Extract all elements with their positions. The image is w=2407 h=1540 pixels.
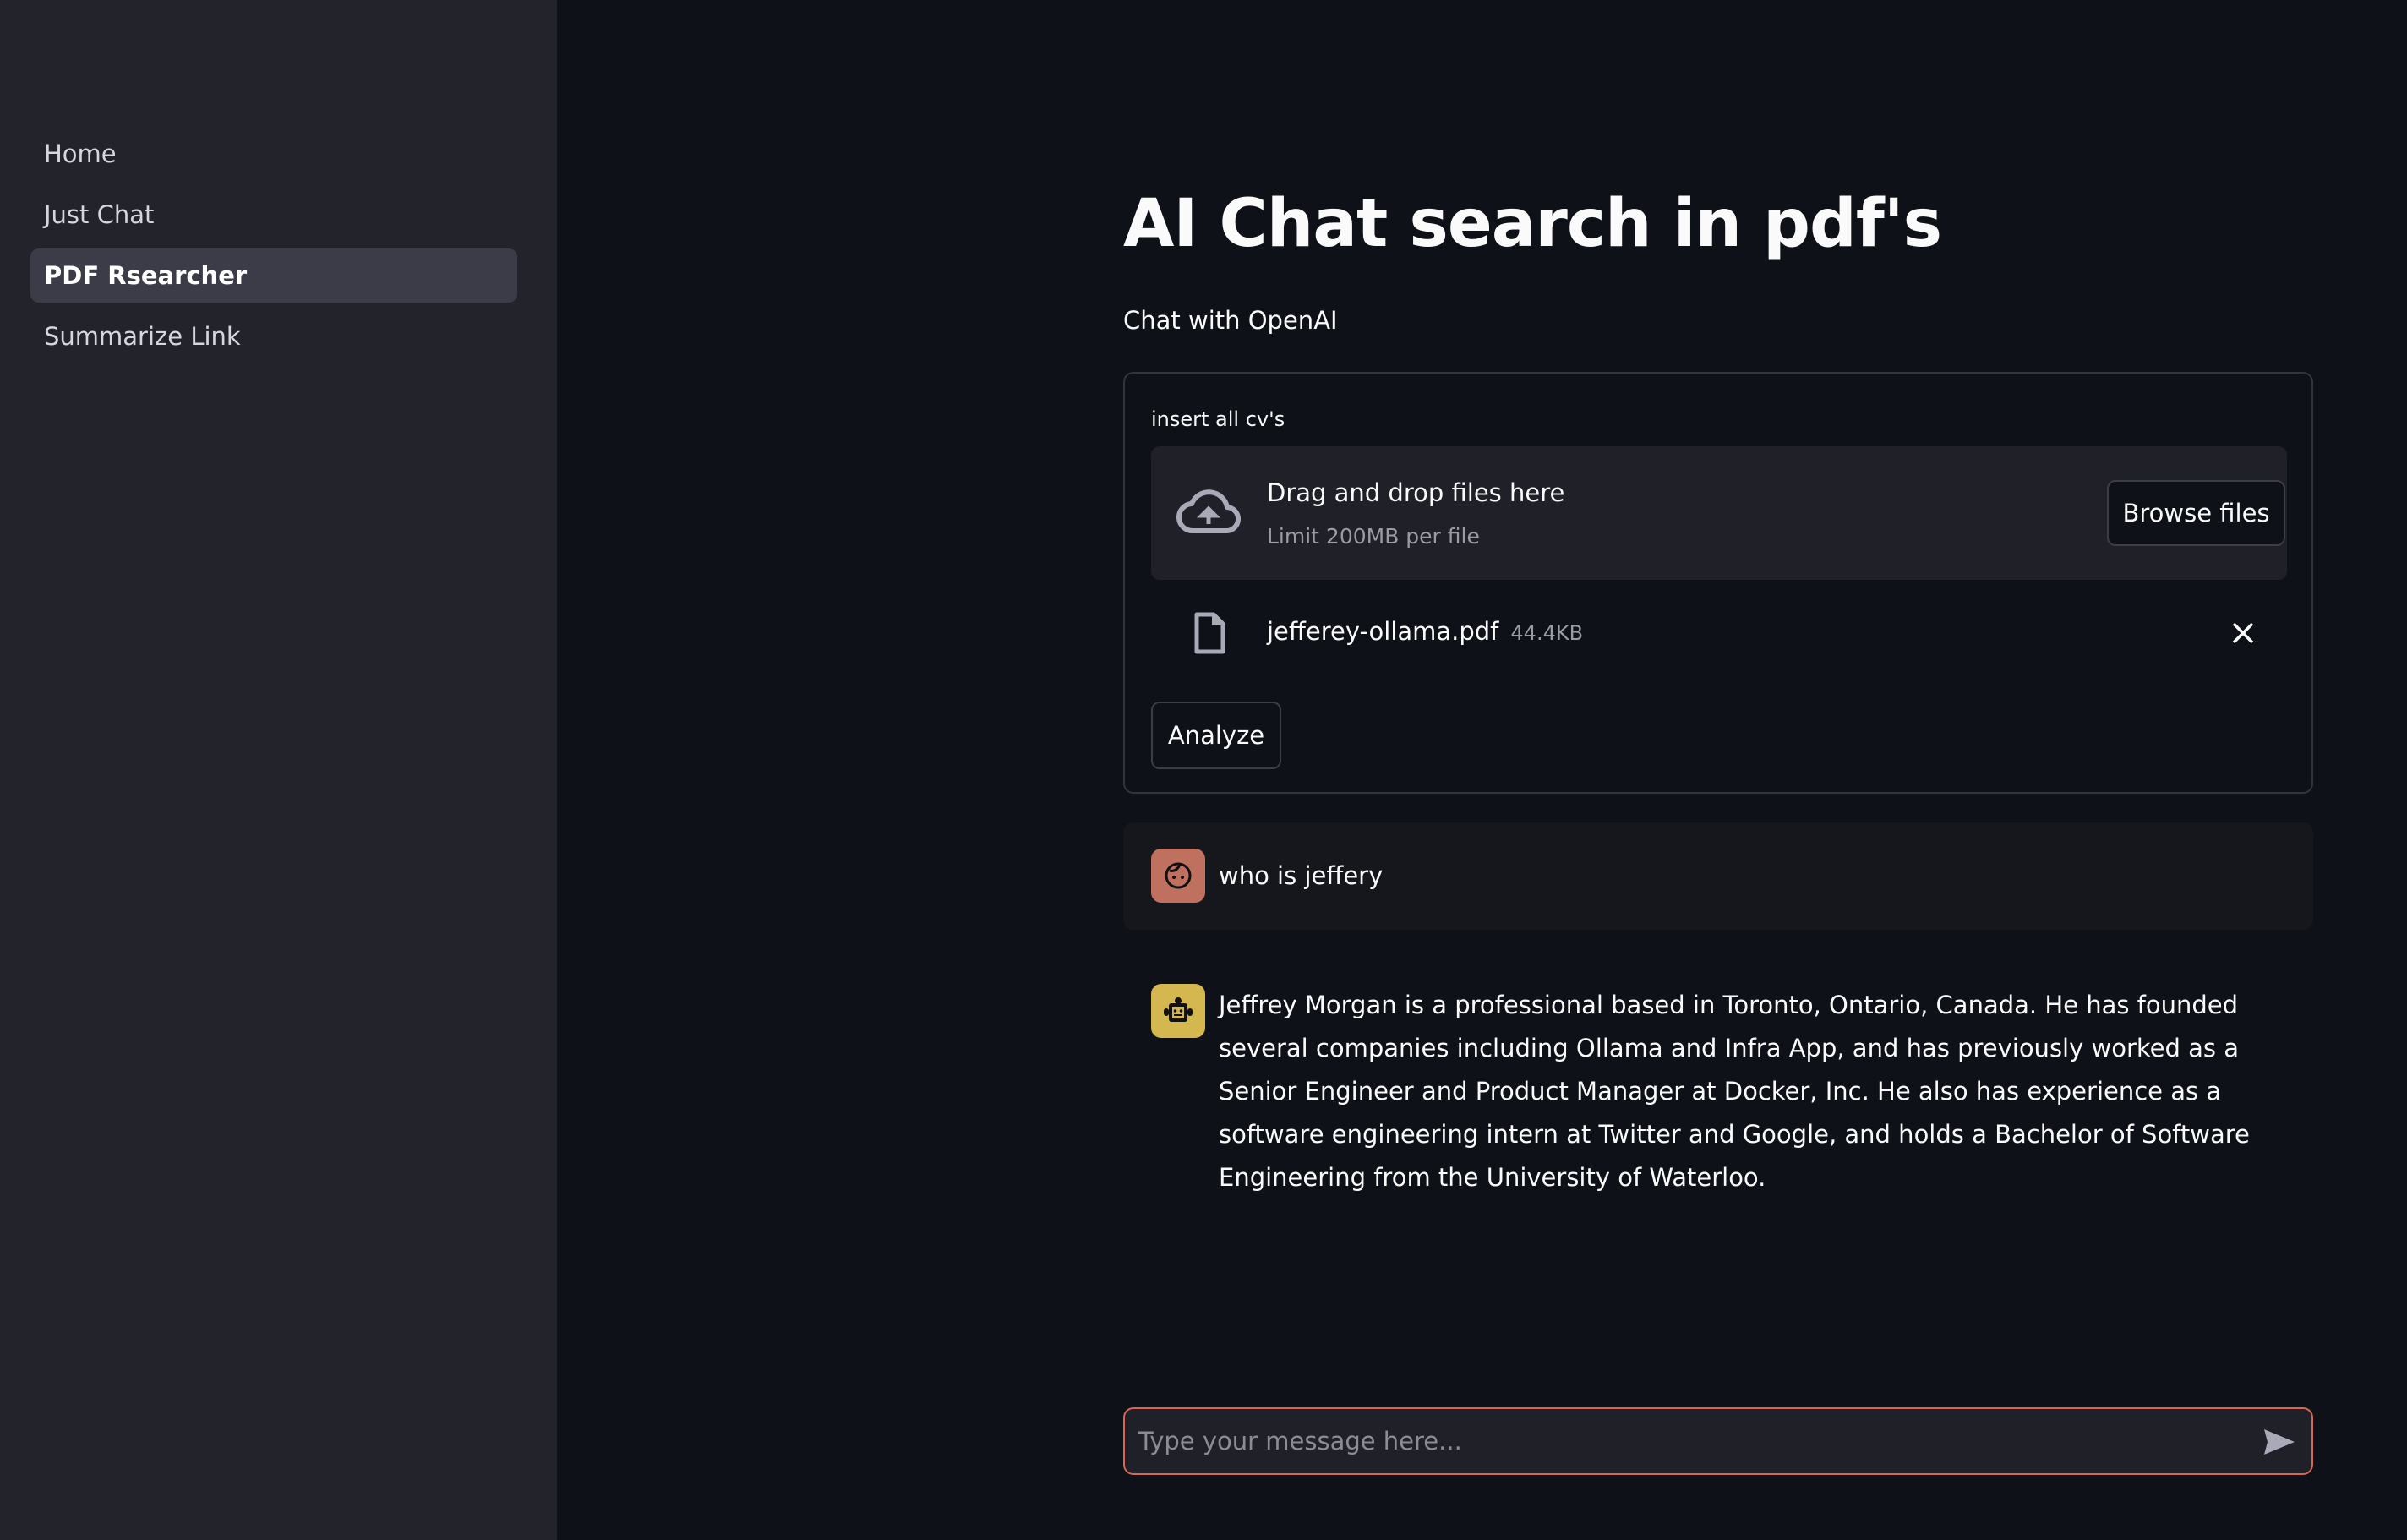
sidebar-item-summarize-link[interactable]: Summarize Link [30, 309, 517, 363]
page-title: AI Chat search in pdf's [1123, 186, 1942, 262]
file-dropzone[interactable]: Drag and drop files here Limit 200MB per… [1151, 446, 2287, 580]
assistant-message-text: Jeffrey Morgan is a professional based i… [1219, 991, 2250, 1192]
uploaded-file-row: jefferey-ollama.pdf 44.4KB [1151, 600, 2287, 668]
chat-message-user: who is jeffery [1123, 822, 2313, 930]
file-icon [1194, 612, 1225, 654]
analyze-button[interactable]: Analyze [1151, 702, 1281, 769]
user-message-text: who is jeffery [1219, 861, 1384, 890]
chat-input-container [1123, 1407, 2313, 1475]
page-subtitle: Chat with OpenAI [1123, 306, 1338, 335]
sidebar-item-pdf-rsearcher[interactable]: PDF Rsearcher [30, 248, 517, 303]
sidebar-item-home[interactable]: Home [30, 127, 517, 181]
close-icon[interactable] [2230, 620, 2256, 646]
send-icon[interactable] [2262, 1428, 2296, 1456]
cloud-upload-icon [1176, 489, 1241, 534]
uploaded-file-name: jefferey-ollama.pdf 44.4KB [1267, 617, 1583, 646]
sidebar: Home Just Chat PDF Rsearcher Summarize L… [0, 0, 557, 1540]
upload-form: insert all cv's Drag and drop files here… [1123, 372, 2313, 794]
chat-input[interactable] [1138, 1409, 2237, 1473]
file-size: 44.4KB [1510, 621, 1584, 645]
assistant-avatar [1151, 984, 1205, 1038]
robot-icon [1164, 997, 1193, 1022]
sidebar-nav: Home Just Chat PDF Rsearcher Summarize L… [30, 127, 517, 370]
user-avatar [1151, 849, 1205, 903]
sidebar-item-just-chat[interactable]: Just Chat [30, 188, 517, 242]
file-uploader-label: insert all cv's [1151, 407, 1285, 431]
dropzone-title: Drag and drop files here [1267, 478, 1565, 507]
user-face-icon [1165, 862, 1192, 889]
dropzone-limit: Limit 200MB per file [1267, 524, 1480, 549]
file-name: jefferey-ollama.pdf [1267, 617, 1499, 646]
browse-files-button[interactable]: Browse files [2107, 480, 2285, 546]
